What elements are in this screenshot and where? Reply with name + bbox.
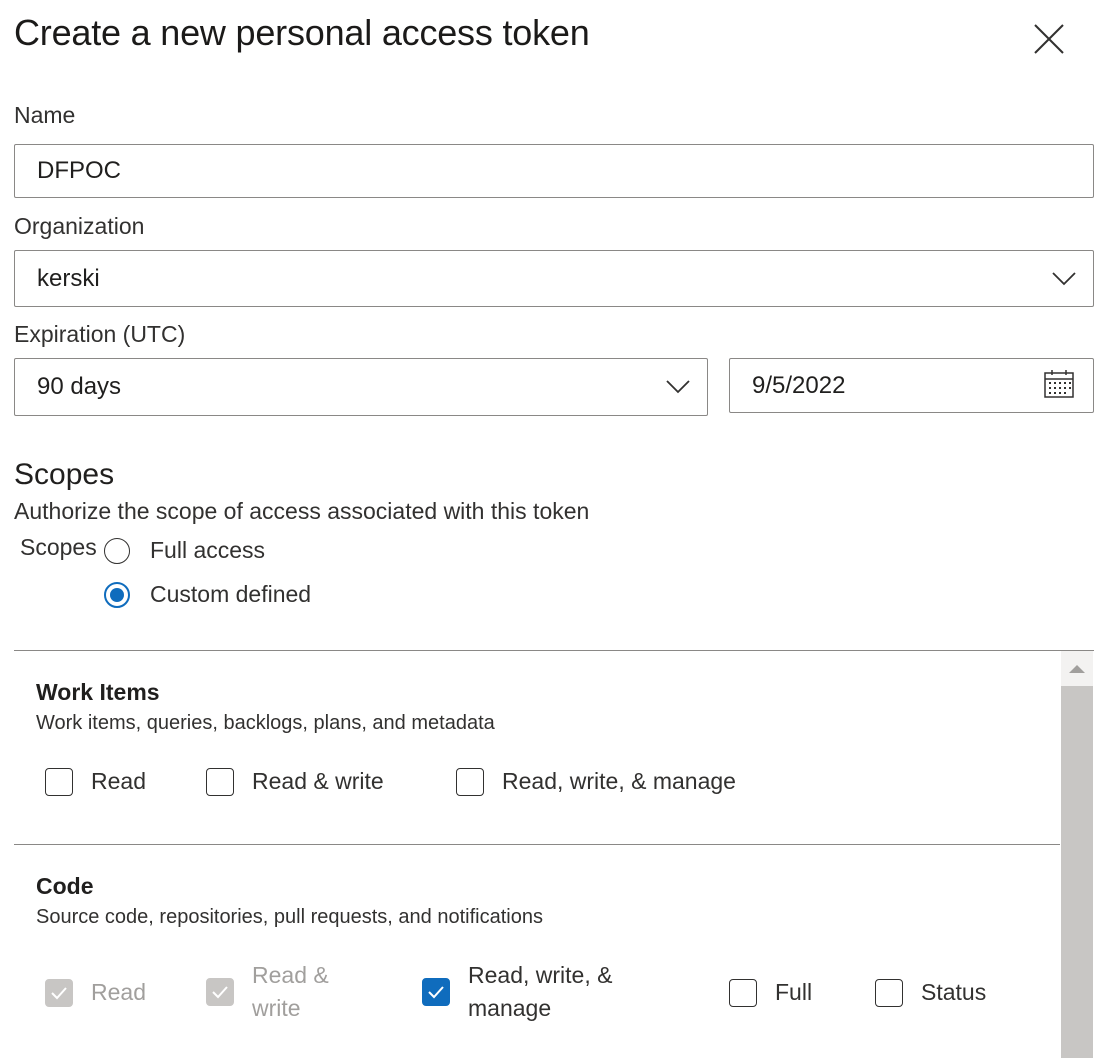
name-label: Name xyxy=(14,102,76,128)
name-input[interactable] xyxy=(37,157,1093,185)
calendar-icon[interactable] xyxy=(1043,369,1075,399)
checkbox-label: Read, write, & manage xyxy=(468,959,612,1025)
checkbox-label-line: write xyxy=(252,995,301,1021)
radio-full-access-circle[interactable] xyxy=(104,537,130,564)
organization-label: Organization xyxy=(14,213,145,239)
checkbox-label: Read xyxy=(91,768,146,794)
checkbox-label: Full xyxy=(775,979,813,1005)
scope-code-description: Source code, repositories, pull requests… xyxy=(36,906,543,928)
code-read-write-checkbox[interactable]: Read & write xyxy=(206,959,329,1025)
checkbox-label: Read, write, & manage xyxy=(502,768,736,794)
checkbox-box[interactable] xyxy=(456,767,484,796)
scrollbar-thumb[interactable] xyxy=(1061,686,1093,1058)
code-status-checkbox[interactable]: Status xyxy=(875,976,986,1009)
checkbox-label: Status xyxy=(921,979,987,1005)
expiration-dropdown[interactable]: 90 days xyxy=(14,358,708,416)
scope-work-items-title: Work Items xyxy=(36,679,160,705)
organization-value: kerski xyxy=(37,264,100,292)
expiration-date-picker[interactable]: 9/5/2022 xyxy=(729,358,1094,413)
checkbox-box[interactable] xyxy=(45,767,73,796)
scope-code-title: Code xyxy=(36,873,94,899)
radio-full-access[interactable]: Full access xyxy=(104,537,265,564)
checkbox-label: Read & write xyxy=(252,959,329,1025)
checkbox-box[interactable] xyxy=(729,978,757,1007)
checkbox-label-line: Read & xyxy=(252,962,329,988)
checkmark-icon xyxy=(212,986,228,999)
work-items-read-write-checkbox[interactable]: Read & write xyxy=(206,765,384,798)
scopes-group-label: Scopes xyxy=(20,534,97,560)
code-read-checkbox[interactable]: Read xyxy=(45,976,146,1009)
organization-dropdown[interactable]: kerski xyxy=(14,250,1094,307)
radio-custom-defined[interactable]: Custom defined xyxy=(104,581,311,608)
checkbox-label: Read xyxy=(91,979,146,1005)
checkbox-label-line: manage xyxy=(468,995,552,1021)
close-icon xyxy=(1034,24,1064,54)
work-items-read-write-manage-checkbox[interactable]: Read, write, & manage xyxy=(456,765,736,798)
scope-divider xyxy=(14,844,1060,845)
code-full-checkbox[interactable]: Full xyxy=(729,976,812,1009)
checkbox-box[interactable] xyxy=(422,978,450,1006)
radio-full-access-label: Full access xyxy=(150,537,266,563)
scroll-up-button[interactable] xyxy=(1061,651,1093,683)
expiration-date-value: 9/5/2022 xyxy=(752,371,846,399)
radio-custom-defined-circle[interactable] xyxy=(104,581,130,608)
scope-work-items-description: Work items, queries, backlogs, plans, an… xyxy=(36,712,495,734)
radio-custom-defined-label: Custom defined xyxy=(150,581,312,607)
chevron-down-icon xyxy=(666,380,690,394)
chevron-down-icon xyxy=(1052,271,1076,285)
dialog-title: Create a new personal access token xyxy=(14,12,590,53)
checkmark-icon xyxy=(51,986,67,999)
checkbox-label-line: Read, write, & xyxy=(468,962,613,988)
close-button[interactable] xyxy=(1030,20,1068,58)
checkbox-box[interactable] xyxy=(206,978,234,1006)
work-items-read-checkbox[interactable]: Read xyxy=(45,765,146,798)
name-field[interactable] xyxy=(14,144,1094,198)
code-read-write-manage-checkbox[interactable]: Read, write, & manage xyxy=(422,959,612,1025)
expiration-label: Expiration (UTC) xyxy=(14,321,186,347)
scopes-description: Authorize the scope of access associated… xyxy=(14,498,590,524)
checkbox-box[interactable] xyxy=(875,978,903,1007)
scope-list-top-divider xyxy=(14,650,1094,651)
expiration-value: 90 days xyxy=(37,373,122,400)
checkmark-icon xyxy=(428,986,444,999)
triangle-up-icon xyxy=(1069,665,1085,673)
checkbox-label: Read & write xyxy=(252,768,384,794)
scopes-heading: Scopes xyxy=(14,458,115,491)
checkbox-box[interactable] xyxy=(206,767,234,796)
checkbox-box[interactable] xyxy=(45,978,73,1007)
